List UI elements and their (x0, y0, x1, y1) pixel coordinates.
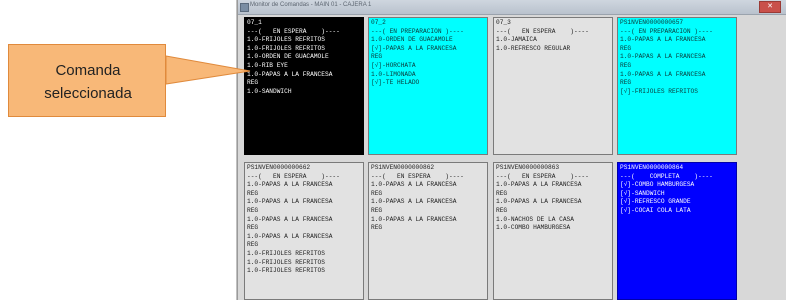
order-card[interactable]: PS1NVEN0000000657 ---( EN PREPARACION )--… (617, 17, 737, 155)
order-item: [√]-REFRESCO GRANDE (620, 198, 691, 206)
order-item: 1.0-PAPAS A LA FRANCESA (620, 36, 706, 44)
order-item: 1.0-COMBO HAMBURGESA (496, 224, 571, 232)
close-icon[interactable]: ✕ (759, 1, 781, 13)
order-id: PS1NVEN0000000863 (496, 164, 560, 171)
order-card[interactable]: 07_1 ---( EN ESPERA )---- 1.0-FRIJOLES REF… (244, 17, 364, 155)
order-item: 1.0-PAPAS A LA FRANCESA (620, 53, 706, 61)
order-id: PS1NVEN0000000662 (247, 164, 311, 171)
order-item: 1.0-PAPAS A LA FRANCESA (496, 198, 582, 206)
order-id: 07_3 (496, 19, 511, 26)
order-item: REG (247, 189, 259, 197)
order-status: ---( EN ESPERA )---- (371, 172, 464, 180)
order-id: PS1NVEN0000000657 (620, 19, 684, 26)
order-item: 1.0-PAPAS A LA FRANCESA (371, 215, 457, 223)
order-status: ---( EN ESPERA )---- (247, 172, 340, 180)
order-card[interactable]: PS1NVEN0000000662 ---( EN ESPERA )---- 1.0… (244, 162, 364, 300)
order-item: REG (620, 79, 632, 87)
order-item: 1.0-PAPAS A LA FRANCESA (247, 181, 333, 189)
order-item: 1.0-ORDEN DE GUACAMOLE (371, 36, 453, 44)
orders-grid: 07_1 ---( EN ESPERA )---- 1.0-FRIJOLES REF… (244, 17, 737, 300)
order-item: [√]-FRIJOLES REFRITOS (620, 87, 698, 95)
order-item: 1.0-FRIJOLES REFRITOS (247, 267, 325, 275)
order-item: 1.0-PAPAS A LA FRANCESA (247, 198, 333, 206)
order-item: REG (496, 206, 508, 214)
order-item: REG (620, 61, 632, 69)
order-item: 1.0-PAPAS A LA FRANCESA (247, 70, 333, 78)
order-item: REG (371, 189, 383, 197)
annotation-callout: Comanda seleccionada (8, 44, 166, 117)
window-title: Monitor de Comandas - MAIN 01 - CAJERA 1 (250, 2, 372, 8)
order-item: 1.0-PAPAS A LA FRANCESA (247, 232, 333, 240)
order-item: 1.0-SANDWICH (247, 87, 292, 95)
order-item: 1.0-FRIJOLES REFRITOS (247, 44, 325, 52)
screenshot-stage: Monitor de Comandas - MAIN 01 - CAJERA 1… (0, 0, 786, 300)
order-item: 1.0-FRIJOLES REFRITOS (247, 36, 325, 44)
order-item: 1.0-PAPAS A LA FRANCESA (247, 215, 333, 223)
order-status: ---( COMPLETA )---- (620, 172, 713, 180)
order-item: REG (496, 189, 508, 197)
order-item: 1.0-JAMAICA (496, 36, 537, 44)
order-item: REG (247, 206, 259, 214)
order-card[interactable]: PS1NVEN0000000862 ---( EN ESPERA )---- 1.0… (368, 162, 488, 300)
order-item: 1.0-PAPAS A LA FRANCESA (371, 198, 457, 206)
order-item: 1.0-LIMONADA (371, 70, 416, 78)
order-item: 1.0-PAPAS A LA FRANCESA (371, 181, 457, 189)
order-item: 1.0-RIB EYE (247, 61, 288, 69)
order-item: REG (620, 44, 632, 52)
order-item: REG (371, 224, 383, 232)
kitchen-monitor-window: Monitor de Comandas - MAIN 01 - CAJERA 1… (237, 0, 786, 300)
order-item: REG (371, 206, 383, 214)
order-item: 1.0-FRIJOLES REFRITOS (247, 249, 325, 257)
order-card[interactable]: PS1NVEN0000000864 ---( COMPLETA )---- [√]-… (617, 162, 737, 300)
callout-line-1: Comanda (55, 62, 121, 79)
callout-line-2: seleccionada (44, 85, 132, 102)
order-card[interactable]: PS1NVEN0000000863 ---( EN ESPERA )---- 1.0… (493, 162, 613, 300)
order-item: 1.0-ORDEN DE GUACAMOLE (247, 53, 329, 61)
order-id: 07_1 (247, 19, 262, 26)
order-item: [√]-SANDWICH (620, 189, 665, 197)
order-item: [√]-PAPAS A LA FRANCESA (371, 44, 457, 52)
order-item: [√]-HORCHATA (371, 61, 416, 69)
order-id: PS1NVEN0000000864 (620, 164, 684, 171)
order-id: PS1NVEN0000000862 (371, 164, 435, 171)
order-item: [√]-TE HELADO (371, 79, 420, 87)
order-item: REG (247, 241, 259, 249)
order-id: 07_2 (371, 19, 386, 26)
app-icon (240, 3, 249, 12)
order-status: ---( EN ESPERA )---- (247, 27, 340, 35)
order-status: ---( EN ESPERA )---- (496, 27, 589, 35)
order-item: 1.0-REFRESCO REGULAR (496, 44, 571, 52)
order-status: ---( EN ESPERA )---- (496, 172, 589, 180)
order-item: 1.0-NACHOS DE LA CASA (496, 215, 574, 223)
order-item: 1.0-PAPAS A LA FRANCESA (620, 70, 706, 78)
order-card[interactable]: 07_3 ---( EN ESPERA )---- 1.0-JAMAICA 1.0-R… (493, 17, 613, 155)
order-card[interactable]: 07_2 ---( EN PREPARACION )---- 1.0-ORDEN D… (368, 17, 488, 155)
order-status: ---( EN PREPARACION )---- (620, 27, 713, 35)
order-status: ---( EN PREPARACION )---- (371, 27, 464, 35)
order-item: 1.0-FRIJOLES REFRITOS (247, 258, 325, 266)
order-item: REG (371, 53, 383, 61)
order-item: [√]-COMBO HAMBURGESA (620, 181, 695, 189)
order-item: [√]-COCAI COLA LATA (620, 206, 691, 214)
order-item: 1.0-PAPAS A LA FRANCESA (496, 181, 582, 189)
order-item: REG (247, 224, 259, 232)
order-item: REG (247, 79, 259, 87)
window-titlebar: Monitor de Comandas - MAIN 01 - CAJERA 1… (238, 0, 786, 15)
